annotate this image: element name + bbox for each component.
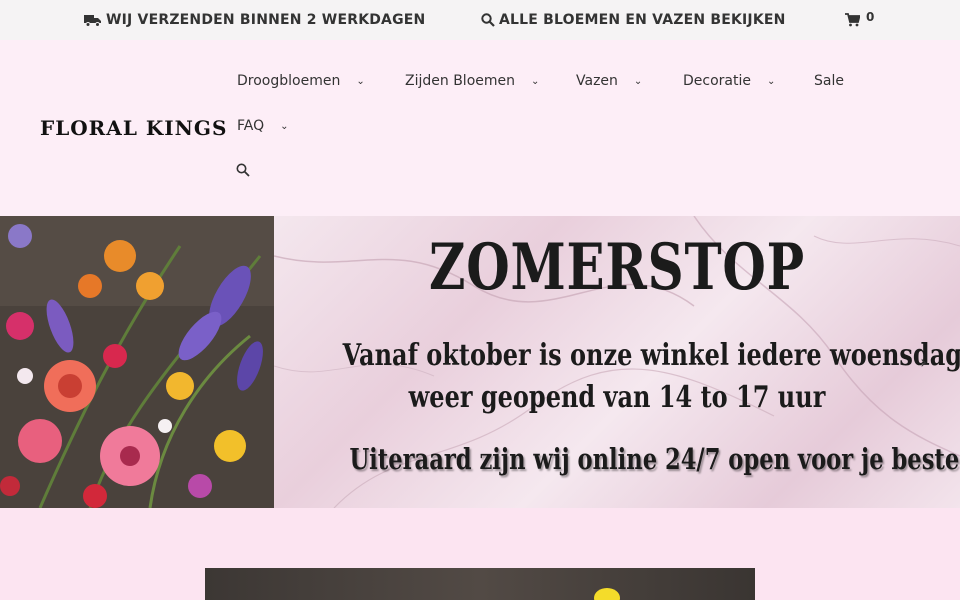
- nav-zijden-bloemen[interactable]: Zijden Bloemen ⌄: [405, 73, 539, 89]
- shipping-text: WIJ VERZENDEN BINNEN 2 WERKDAGEN: [106, 12, 426, 28]
- site-logo[interactable]: FLORAL KINGS: [40, 116, 227, 140]
- nav-label[interactable]: Vazen: [576, 73, 618, 89]
- search-button[interactable]: [236, 163, 250, 177]
- chevron-down-icon: ⌄: [280, 120, 289, 132]
- zomerstop-banner[interactable]: ZOMERSTOP Vanaf oktober is onze winkel i…: [274, 216, 960, 508]
- hero-slider: ZOMERSTOP Vanaf oktober is onze winkel i…: [0, 216, 960, 508]
- chevron-down-icon: ⌄: [356, 75, 365, 87]
- all-products-text[interactable]: ALLE BLOEMEN EN VAZEN BEKIJKEN: [499, 12, 786, 28]
- nav-vazen[interactable]: Vazen ⌄: [576, 73, 642, 89]
- truck-icon: [84, 15, 101, 27]
- announcement-bar: WIJ VERZENDEN BINNEN 2 WERKDAGEN ALLE BL…: [0, 0, 960, 40]
- featured-product-image[interactable]: [205, 568, 755, 600]
- site-header: FLORAL KINGS Droogbloemen ⌄ Zijden Bloem…: [0, 40, 960, 216]
- search-icon: [481, 13, 495, 27]
- banner-line-2: weer geopend van 14 to 17 uur: [408, 380, 826, 415]
- search-icon: [236, 163, 250, 177]
- flower-bouquet-image: [0, 216, 274, 508]
- chevron-down-icon: ⌄: [633, 75, 643, 87]
- nav-label[interactable]: Decoratie: [683, 73, 751, 89]
- cart-count: 0: [866, 10, 875, 24]
- cart-button[interactable]: 0: [845, 0, 875, 40]
- flower-illustration: [0, 216, 274, 508]
- banner-line-1: Vanaf oktober is onze winkel iedere woen…: [342, 338, 960, 373]
- banner-title: ZOMERSTOP: [429, 230, 805, 305]
- nav-faq[interactable]: FAQ ⌄: [237, 118, 289, 134]
- nav-sale[interactable]: Sale: [814, 73, 844, 89]
- chevron-down-icon: ⌄: [531, 75, 540, 87]
- banner-line-3: Uiteraard zijn wij online 24/7 open voor…: [349, 442, 960, 476]
- yellow-flower: [594, 588, 620, 600]
- all-products-link[interactable]: ALLE BLOEMEN EN VAZEN BEKIJKEN: [481, 0, 786, 40]
- nav-decoratie[interactable]: Decoratie ⌄: [683, 73, 775, 89]
- nav-label[interactable]: Droogbloemen: [237, 73, 340, 89]
- nav-droogbloemen[interactable]: Droogbloemen ⌄: [237, 73, 365, 89]
- chevron-right-icon[interactable]: ›: [920, 352, 927, 373]
- nav-label[interactable]: Zijden Bloemen: [405, 73, 515, 89]
- shipping-notice: WIJ VERZENDEN BINNEN 2 WERKDAGEN: [84, 0, 425, 40]
- nav-label[interactable]: FAQ: [237, 118, 264, 134]
- chevron-down-icon: ⌄: [766, 75, 776, 87]
- cart-icon: [845, 13, 860, 27]
- nav-label[interactable]: Sale: [814, 73, 844, 89]
